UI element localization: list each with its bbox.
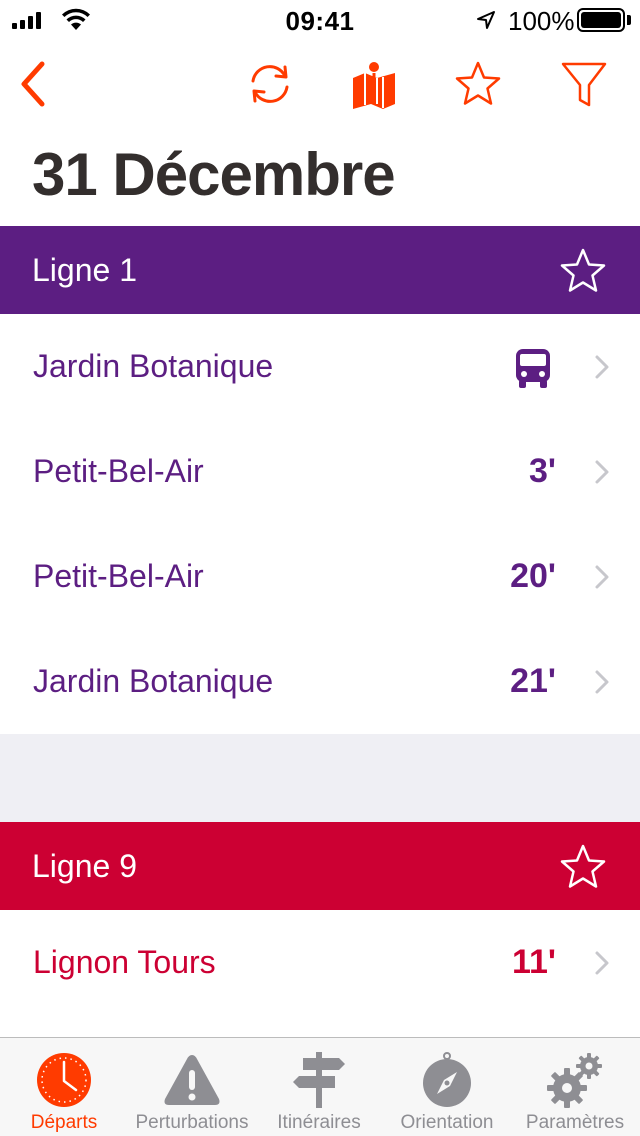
- tab-itineraires[interactable]: Itinéraires: [264, 1038, 374, 1136]
- chevron-right-icon: [595, 951, 609, 974]
- tab-orientation[interactable]: Orientation: [386, 1038, 508, 1136]
- departure-time: 21': [510, 662, 556, 700]
- filter-button[interactable]: [556, 56, 612, 112]
- line-header: Ligne 1: [0, 226, 640, 314]
- tab-departs[interactable]: Départs: [16, 1038, 112, 1136]
- chevron-right-icon: [595, 355, 609, 378]
- filter-icon: [561, 62, 607, 107]
- status-bar: 09:41 100%: [0, 0, 640, 40]
- star-icon: [455, 61, 501, 105]
- departure-row[interactable]: Petit-Bel-Air 20': [0, 524, 640, 629]
- destination-label: Petit-Bel-Air: [33, 558, 204, 594]
- clock-icon: [37, 1053, 91, 1107]
- location-arrow-icon: [477, 11, 495, 29]
- compass-icon: [423, 1052, 471, 1107]
- page-title: 31 Décembre: [32, 141, 396, 208]
- chevron-right-icon: [595, 565, 609, 588]
- refresh-icon: [251, 65, 289, 103]
- star-icon[interactable]: [558, 842, 608, 892]
- back-button[interactable]: [6, 56, 62, 112]
- tab-label: Itinéraires: [277, 1112, 361, 1133]
- departure-time: 20': [510, 557, 556, 595]
- gears-icon: [547, 1053, 602, 1108]
- tab-label: Départs: [30, 1112, 98, 1133]
- destination-label: Jardin Botanique: [33, 348, 274, 384]
- chevron-right-icon: [595, 460, 609, 483]
- star-icon[interactable]: [558, 246, 608, 296]
- nav-bar: [0, 40, 640, 130]
- tab-label: Orientation: [400, 1112, 494, 1133]
- signpost-icon: [293, 1052, 345, 1108]
- chevron-left-icon: [21, 61, 45, 107]
- departure-row[interactable]: Petit-Bel-Air 3': [0, 419, 640, 524]
- tab-bar: Départs Perturbations Itinéraires Orient…: [0, 1037, 640, 1136]
- tab-perturbations[interactable]: Perturbations: [128, 1038, 256, 1136]
- destination-label: Jardin Botanique: [33, 663, 274, 699]
- refresh-button[interactable]: [242, 56, 298, 112]
- departure-row[interactable]: Lignon Tours 11': [0, 910, 640, 1015]
- battery-icon: [577, 8, 625, 32]
- departure-row[interactable]: Jardin Botanique: [0, 314, 640, 419]
- bus-icon: [516, 349, 550, 388]
- tab-label: Perturbations: [135, 1112, 249, 1133]
- departure-row[interactable]: Jardin Botanique 21': [0, 629, 640, 734]
- departure-time: 11': [511, 943, 556, 981]
- line-header: Ligne 9: [0, 822, 640, 910]
- favorite-button[interactable]: [450, 56, 506, 112]
- section-spacer: [0, 734, 640, 822]
- destination-label: Petit-Bel-Air: [33, 453, 204, 489]
- line-name: Ligne 9: [32, 847, 137, 884]
- line-name: Ligne 1: [32, 251, 137, 288]
- departure-time: 3': [529, 452, 556, 490]
- tab-label: Paramètres: [525, 1112, 625, 1133]
- tab-parametres[interactable]: Paramètres: [516, 1038, 634, 1136]
- battery-percent: 100%: [508, 6, 575, 36]
- map-icon: [353, 60, 395, 109]
- map-button[interactable]: [346, 56, 402, 112]
- chevron-right-icon: [595, 670, 609, 693]
- destination-label: Lignon Tours: [33, 944, 216, 980]
- warning-icon: [164, 1055, 220, 1105]
